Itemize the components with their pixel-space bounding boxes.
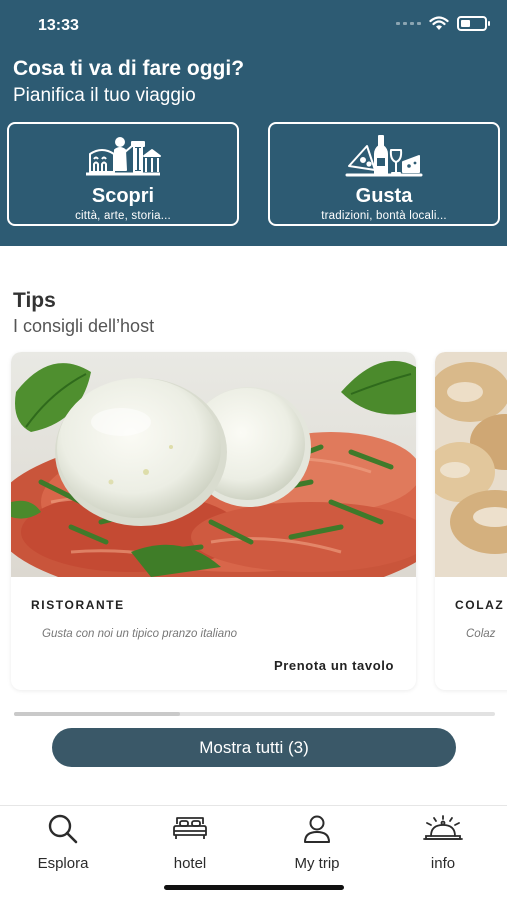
category-subtitle: tradizioni, bontà locali... — [321, 210, 447, 222]
page-subtitle: Pianifica il tuo viaggio — [13, 85, 196, 106]
category-label: Scopri — [91, 185, 155, 207]
page-title: Cosa ti va di fare oggi? — [13, 57, 245, 80]
status-bar: 13:33 — [0, 0, 507, 50]
status-time: 13:33 — [38, 17, 79, 34]
book-table-button[interactable]: Prenota un tavolo — [274, 658, 394, 673]
tab-label: My trip — [294, 855, 340, 872]
tip-description: Colaz — [466, 628, 496, 640]
tip-description: Gusta con noi un tipico pranzo italiano — [42, 628, 237, 640]
wifi-icon — [429, 16, 449, 30]
caprese-salad-photo — [11, 352, 416, 577]
pastries-photo — [435, 352, 507, 577]
tab-esplora[interactable]: Esplora — [13, 814, 113, 872]
tab-info[interactable]: info — [393, 814, 493, 872]
category-card-gusta[interactable]: Gusta tradizioni, bontà locali... — [268, 122, 500, 226]
carousel-scroll-thumb[interactable] — [14, 712, 180, 716]
tab-label: hotel — [173, 855, 207, 872]
tips-title: Tips — [13, 289, 56, 312]
show-all-button[interactable]: Mostra tutti (3) — [52, 728, 456, 767]
tab-label: Esplora — [37, 855, 89, 872]
user-icon — [304, 815, 330, 843]
tab-label: info — [430, 855, 456, 872]
tab-my-trip[interactable]: My trip — [267, 814, 367, 872]
monuments-icon — [86, 137, 161, 176]
battery-icon — [457, 16, 490, 31]
signal-icon — [396, 22, 421, 25]
tips-subtitle: I consigli dell’host — [13, 316, 155, 336]
category-subtitle: città, arte, storia... — [75, 210, 171, 222]
tip-card-colazione[interactable]: COLAZ Colaz — [435, 352, 507, 690]
tip-category: RISTORANTE — [31, 598, 125, 612]
category-label: Gusta — [355, 185, 413, 207]
food-wine-icon — [345, 135, 423, 177]
tip-category: COLAZ — [455, 598, 505, 612]
home-indicator[interactable] — [164, 885, 344, 890]
tab-hotel[interactable]: hotel — [140, 814, 240, 872]
reception-bell-icon — [423, 815, 463, 840]
hotel-bed-icon — [173, 817, 207, 839]
tip-card-ristorante[interactable]: RISTORANTE Gusta con noi un tipico pranz… — [11, 352, 416, 690]
carousel-scrollbar[interactable] — [14, 712, 495, 716]
search-icon — [48, 814, 78, 844]
category-card-scopri[interactable]: Scopri città, arte, storia... — [7, 122, 239, 226]
status-icons — [396, 16, 490, 31]
header: 13:33 Cosa ti va di fare oggi? Pianifica… — [0, 0, 507, 246]
